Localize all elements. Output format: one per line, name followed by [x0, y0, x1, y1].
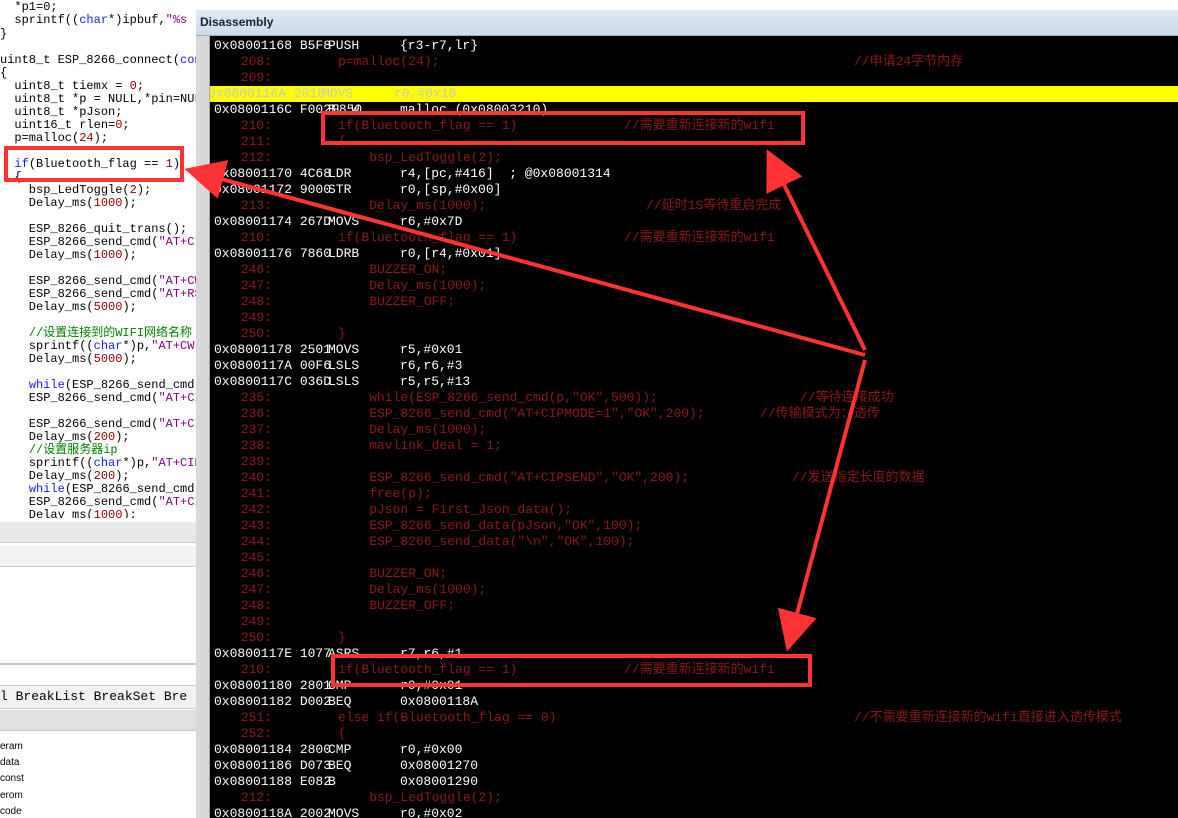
arrow-to-editor: [184, 160, 866, 357]
arrow-to-top-box: [766, 149, 867, 351]
arrow-to-bottom-box: [777, 359, 867, 652]
annotation-arrows: [184, 149, 867, 652]
